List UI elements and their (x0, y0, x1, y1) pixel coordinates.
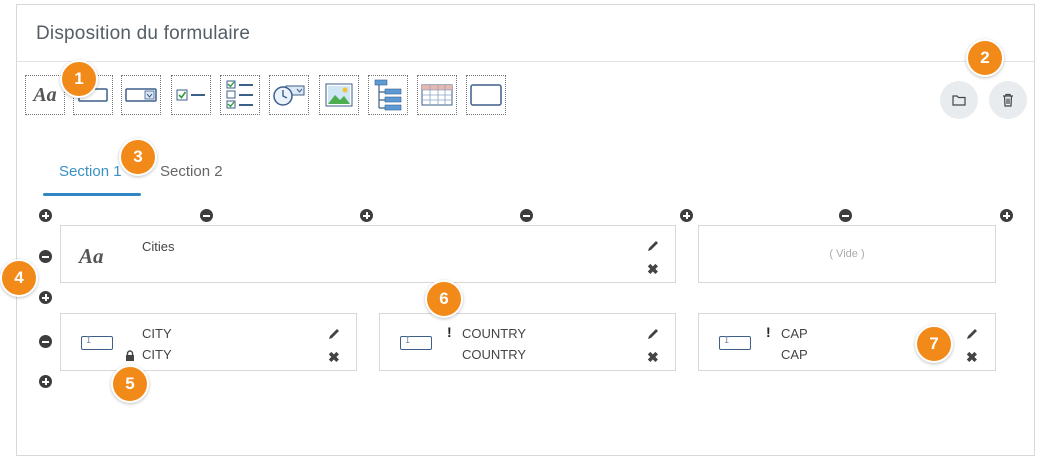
tree-icon (374, 79, 402, 111)
required-indicator: ! (447, 324, 452, 340)
remove-row-button[interactable] (39, 335, 52, 348)
text-tool[interactable]: Aa (25, 75, 65, 115)
table-icon (421, 84, 453, 106)
remove-column-button[interactable] (200, 209, 213, 222)
callout-badge-1: 1 (60, 60, 98, 98)
remove-row-button[interactable] (39, 250, 52, 263)
field-label: Cities (142, 239, 175, 254)
field-label: CITY (142, 326, 172, 341)
callout-badge-7: 7 (915, 325, 953, 363)
form-layout-panel: Disposition du formulaire Aa Section 1 S… (16, 4, 1035, 456)
image-icon (325, 83, 353, 107)
delete-button[interactable] (989, 81, 1027, 119)
table-tool[interactable] (417, 75, 457, 115)
add-column-button[interactable] (39, 209, 52, 222)
field-cities[interactable]: Aa Cities ✖ (60, 225, 676, 283)
callout-badge-5: 5 (111, 365, 149, 403)
field-sublabel: CAP (781, 347, 808, 362)
empty-slot-label: ( Vide ) (829, 248, 865, 260)
delete-x-icon[interactable]: ✖ (647, 262, 659, 276)
remove-column-button[interactable] (839, 209, 852, 222)
trash-icon (1003, 93, 1013, 107)
pencil-icon[interactable] (327, 327, 341, 341)
required-indicator: ! (766, 324, 771, 340)
tab-section-2[interactable]: Section 2 (160, 163, 223, 180)
checkbox-icon (176, 89, 205, 101)
box-tool[interactable] (466, 75, 506, 115)
delete-x-icon[interactable]: ✖ (647, 350, 659, 364)
delete-x-icon[interactable]: ✖ (966, 350, 978, 364)
folder-icon (952, 95, 966, 106)
field-label: CAP (781, 326, 808, 341)
image-tool[interactable] (319, 75, 359, 115)
callout-badge-6: 6 (425, 280, 463, 318)
dropdown-tool[interactable] (121, 75, 161, 115)
active-tab-indicator (43, 193, 141, 196)
field-label: COUNTRY (462, 326, 527, 341)
checkbox-tool[interactable] (171, 75, 211, 115)
remove-column-button[interactable] (520, 209, 533, 222)
clock-dropdown-icon (273, 85, 305, 106)
callout-badge-3: 3 (119, 138, 157, 176)
tree-tool[interactable] (368, 75, 408, 115)
tab-section-1[interactable]: Section 1 (59, 163, 122, 180)
pencil-icon[interactable] (965, 327, 979, 341)
add-row-button[interactable] (39, 375, 52, 388)
add-column-button[interactable] (680, 209, 693, 222)
callout-badge-2: 2 (966, 39, 1004, 77)
add-column-button[interactable] (1000, 209, 1013, 222)
add-row-button[interactable] (39, 291, 52, 304)
empty-slot[interactable]: ( Vide ) (698, 225, 996, 283)
pencil-icon[interactable] (646, 239, 660, 253)
pencil-icon[interactable] (646, 327, 660, 341)
input-field-icon (81, 336, 113, 350)
input-field-icon (719, 336, 751, 350)
delete-x-icon[interactable]: ✖ (328, 350, 340, 364)
field-sublabel: CITY (142, 347, 172, 362)
page-title: Disposition du formulaire (36, 23, 251, 44)
text-field-glyph: Aa (79, 244, 104, 268)
date-tool[interactable] (269, 75, 309, 115)
dropdown-icon (125, 88, 157, 102)
folder-button[interactable] (940, 81, 978, 119)
field-city[interactable]: CITY CITY ✖ (60, 313, 357, 371)
add-column-button[interactable] (360, 209, 373, 222)
box-icon (470, 84, 502, 106)
input-field-icon (400, 336, 432, 350)
text-tool-glyph: Aa (33, 83, 57, 106)
field-sublabel: COUNTRY (462, 347, 527, 362)
checklist-icon (226, 80, 253, 109)
field-country[interactable]: ! COUNTRY COUNTRY ✖ (379, 313, 676, 371)
checklist-tool[interactable] (220, 75, 260, 115)
callout-badge-4: 4 (0, 259, 38, 297)
lock-icon (126, 350, 134, 361)
title-divider (17, 61, 1034, 62)
